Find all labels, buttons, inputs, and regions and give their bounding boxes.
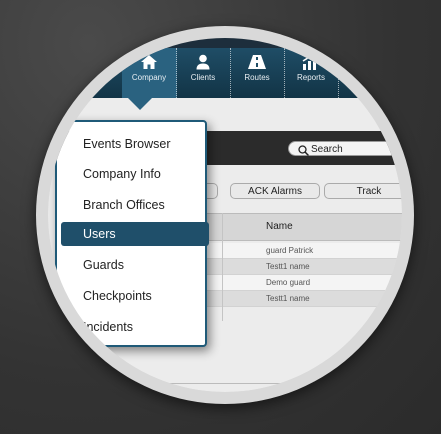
menu-item-events-browser[interactable]: Events Browser bbox=[61, 132, 209, 156]
menu-item-guards[interactable]: Guards bbox=[61, 253, 209, 277]
row-name: Testt1 name bbox=[266, 262, 310, 271]
table-header-name[interactable]: Name bbox=[222, 213, 402, 241]
row-name: Demo guard bbox=[266, 278, 311, 287]
road-icon bbox=[248, 55, 266, 69]
menu-item-users[interactable]: Users bbox=[61, 222, 209, 246]
nav-item-reports[interactable]: Reports bbox=[284, 48, 339, 98]
nav-label-company: Company bbox=[131, 73, 167, 82]
top-trim bbox=[48, 38, 402, 48]
refresh-icon bbox=[352, 54, 366, 69]
nav-item-company[interactable]: Company bbox=[122, 48, 177, 98]
menu-item-branch-offices[interactable]: Branch Offices bbox=[61, 193, 209, 217]
user-icon bbox=[196, 54, 210, 70]
row-name: Testt1 name bbox=[266, 294, 310, 303]
company-dropdown-menu: Events Browser Company Info Branch Offic… bbox=[55, 120, 209, 347]
bar-chart-icon bbox=[302, 55, 319, 70]
column-header-name: Name bbox=[266, 221, 293, 232]
nav-item-routes[interactable]: Routes bbox=[230, 48, 285, 98]
lens-content: Company Clients Routes Reports Refres Se… bbox=[48, 38, 402, 392]
column-divider bbox=[222, 213, 223, 321]
main-navbar: Company Clients Routes Reports Refres bbox=[48, 48, 402, 98]
menu-item-company-info[interactable]: Company Info bbox=[61, 162, 209, 186]
nav-item-blank bbox=[68, 48, 123, 98]
home-icon bbox=[141, 55, 157, 69]
menu-item-incidents[interactable]: Incidents bbox=[61, 315, 209, 339]
ack-alarms-button[interactable]: ACK Alarms bbox=[230, 183, 320, 199]
search-label: Search bbox=[311, 144, 343, 155]
magnifier-lens: Company Clients Routes Reports Refres Se… bbox=[36, 26, 414, 404]
nav-label-refresh: Refres bbox=[344, 73, 368, 82]
nav-label-reports: Reports bbox=[296, 73, 325, 82]
menu-item-checkpoints[interactable]: Checkpoints bbox=[61, 284, 209, 308]
nav-item-refresh[interactable]: Refres bbox=[338, 48, 392, 98]
nav-label-routes: Routes bbox=[244, 73, 270, 82]
row-name: guard Patrick bbox=[266, 246, 314, 255]
nav-item-clients[interactable]: Clients bbox=[176, 48, 231, 98]
nav-label-clients: Clients bbox=[190, 73, 216, 82]
active-nav-caret bbox=[128, 98, 152, 110]
track-button[interactable]: Track bbox=[324, 183, 402, 199]
search-input[interactable]: Search bbox=[288, 141, 398, 156]
bottom-divider bbox=[68, 383, 388, 384]
search-icon bbox=[298, 145, 309, 156]
